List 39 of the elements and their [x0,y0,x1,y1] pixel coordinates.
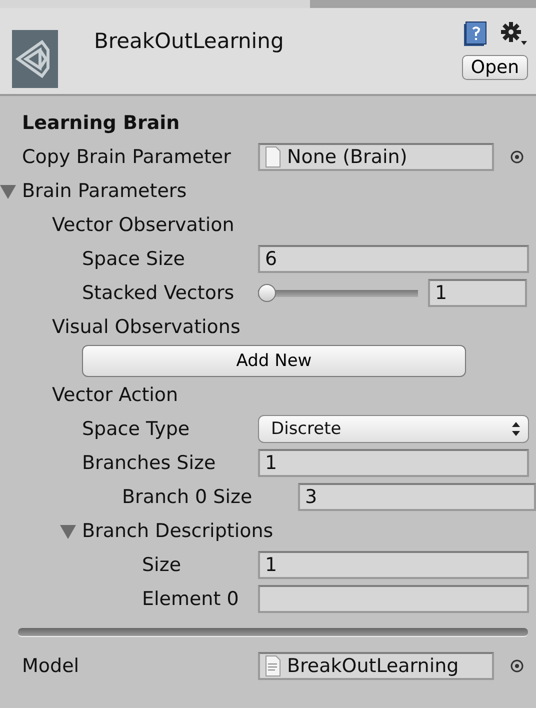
foldout-label[interactable]: Brain Parameters [22,180,187,202]
object-picker-icon[interactable] [510,659,524,673]
foldout-label[interactable]: Branch Descriptions [82,520,274,542]
field-label: Branches Size [82,452,217,474]
field-label: Element 0 [142,588,240,610]
input-field[interactable]: 1 [258,449,529,477]
field-label: Space Size [82,248,186,270]
add-new-button[interactable]: Add New [82,345,466,377]
foldout-arrow-icon[interactable] [60,525,76,539]
field-label: Space Type [82,418,191,440]
document-icon [265,146,281,168]
field-label: Size [142,554,182,576]
object-picker-icon[interactable] [510,150,524,164]
input-field[interactable]: 1 [258,551,529,579]
updown-caret-icon [512,422,520,436]
open-button[interactable]: Open [462,55,528,80]
field-label: Branch 0 Size [122,486,254,508]
space-type-dropdown[interactable]: Discrete [258,415,529,443]
group-label: Vector Action [52,384,178,406]
unity-cube-icon [12,30,58,88]
splitter-bar[interactable] [18,628,528,637]
foldout-arrow-icon[interactable] [0,185,16,199]
slider-thumb[interactable] [258,284,276,302]
field-label: Stacked Vectors [82,282,236,304]
settings-icon[interactable] [500,21,528,47]
group-label: Visual Observations [52,316,240,338]
object-field[interactable]: None (Brain) [258,143,494,171]
input-field[interactable] [258,585,529,613]
input-field[interactable]: 1 [428,279,527,307]
group-label: Vector Observation [52,214,234,236]
input-field[interactable]: 3 [298,483,536,511]
help-book-icon[interactable] [462,21,488,47]
section-title: Learning Brain [22,112,180,134]
asset-title: BreakOutLearning [94,29,285,53]
document-icon [265,655,281,677]
field-label: Model [22,655,80,677]
object-field[interactable]: BreakOutLearning [258,652,494,680]
field-label: Copy Brain Parameter [22,146,232,168]
input-field[interactable]: 6 [258,245,529,273]
